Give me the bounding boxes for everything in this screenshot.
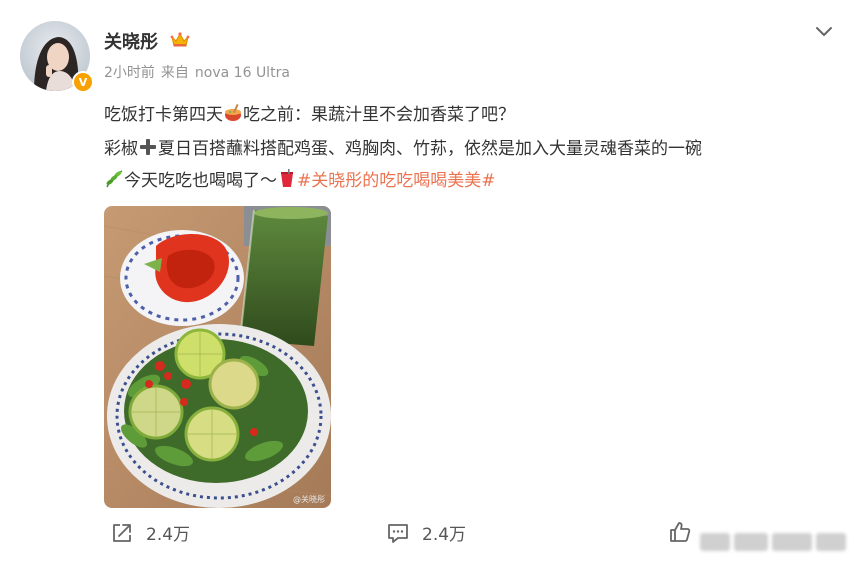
food-photo xyxy=(104,206,331,508)
post-text-line-2: 彩椒 夏日百搭蘸料搭配鸡蛋、鸡胸肉、竹荪，依然是加入大量灵魂香菜的一碗 xyxy=(104,134,702,159)
plus-emoji xyxy=(140,139,156,155)
text-segment: 吃之前：果蔬汁里不会加香菜了吧？ xyxy=(243,105,515,125)
device-name[interactable]: nova 16 Ultra xyxy=(195,65,290,81)
text-segment: 夏日百搭蘸料搭配鸡蛋、鸡胸肉、竹荪，依然是加入大量灵魂香菜的一碗 xyxy=(158,139,702,159)
share-button[interactable]: 2.4万 xyxy=(110,520,190,545)
cup-emoji xyxy=(281,169,293,187)
crown-icon xyxy=(170,32,190,47)
chevron-down-icon[interactable] xyxy=(814,24,834,40)
comment-count: 2.4万 xyxy=(422,525,467,545)
blur-block xyxy=(734,533,768,551)
hotpot-emoji xyxy=(225,103,241,121)
text-segment: 彩椒 xyxy=(104,139,138,159)
text-segment: 今天吃吃也喝喝了～ xyxy=(124,171,277,191)
hashtag-link[interactable]: #关晓彤的吃吃喝喝美美# xyxy=(297,171,496,191)
share-count: 2.4万 xyxy=(146,525,191,545)
avatar[interactable]: V xyxy=(20,21,94,93)
image-watermark: @关晓彤 xyxy=(293,495,325,504)
blurred-watermark xyxy=(700,528,850,556)
blur-block xyxy=(772,533,812,551)
author-name[interactable]: 关晓彤 xyxy=(104,28,158,54)
post-image[interactable]: @关晓彤 xyxy=(104,206,331,508)
share-icon xyxy=(113,523,131,542)
like-button[interactable] xyxy=(668,520,704,544)
like-icon xyxy=(670,522,691,542)
text-segment: 吃饭打卡第四天 xyxy=(104,105,223,125)
post-meta: 2小时前 来自 nova 16 Ultra xyxy=(104,62,296,82)
source-prefix: 来自 xyxy=(160,65,189,81)
post-text-line-3: 今天吃吃也喝喝了～ #关晓彤的吃吃喝喝美美# xyxy=(104,166,496,191)
blur-block xyxy=(700,533,730,551)
herb-emoji xyxy=(106,170,123,188)
blur-block xyxy=(816,533,846,551)
post-time[interactable]: 2小时前 xyxy=(104,65,155,81)
comment-button[interactable]: 2.4万 xyxy=(386,520,466,545)
comment-icon xyxy=(388,523,408,543)
verified-badge: V xyxy=(72,71,94,93)
post-text-line-1: 吃饭打卡第四天 吃之前：果蔬汁里不会加香菜了吧？ xyxy=(104,100,515,125)
